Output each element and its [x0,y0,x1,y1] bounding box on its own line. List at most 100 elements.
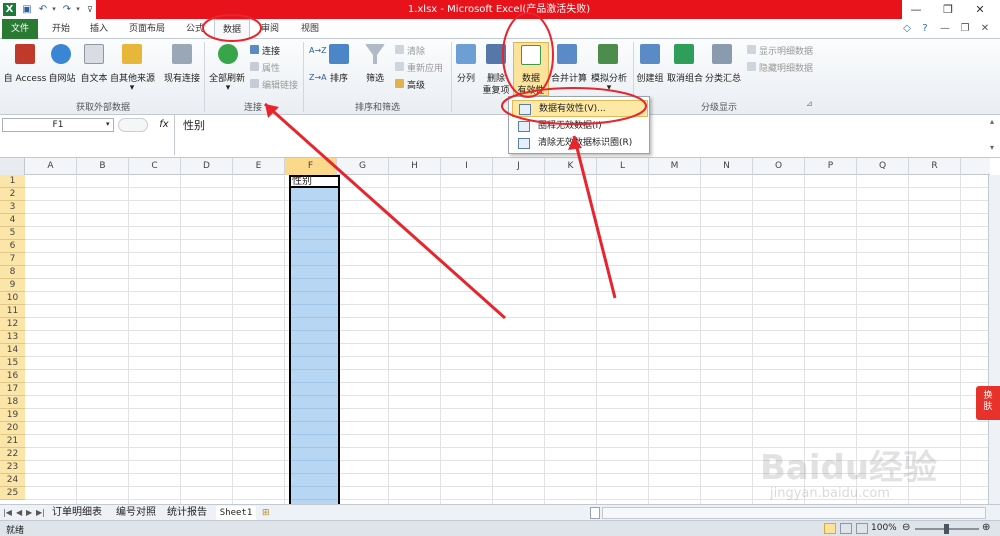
redo-icon[interactable]: ↷ [61,3,73,16]
dialog-launcher-icon[interactable]: ⊿ [806,99,813,108]
column-header[interactable]: E [233,158,285,175]
text-to-columns-button[interactable]: 分列 [452,71,480,84]
sheet-tab-sheet1[interactable]: Sheet1 [216,506,256,520]
advanced-filter-button[interactable]: 高级 [407,78,425,91]
first-sheet-icon[interactable]: |◀ [3,506,12,520]
excel-logo-icon[interactable]: X [3,3,16,16]
formula-bar-splitter[interactable] [118,118,148,132]
zoom-out-icon[interactable]: ⊖ [902,522,910,533]
cell-f1[interactable]: 性别 [289,175,340,188]
row-header[interactable]: 3 [0,201,25,214]
row-header[interactable]: 14 [0,344,25,357]
connections-button[interactable]: 连接 [262,44,280,57]
column-header[interactable]: Q [857,158,909,175]
tab-file[interactable]: 文件 [2,19,38,39]
chevron-down-icon[interactable]: ▾ [106,120,110,128]
normal-view-icon[interactable] [824,523,836,534]
row-header[interactable]: 11 [0,305,25,318]
insert-function-icon[interactable]: fx [156,118,172,132]
undo-icon[interactable]: ↶ [37,3,49,16]
tab-formulas[interactable]: 公式 [180,19,210,39]
subtotal-button[interactable]: 分类汇总 [704,71,742,84]
column-header[interactable]: H [389,158,441,175]
next-sheet-icon[interactable]: ▶ [26,506,32,520]
column-header[interactable]: L [597,158,649,175]
filter-button[interactable]: 筛选 [361,71,389,84]
zoom-level[interactable]: 100% [871,523,897,533]
page-layout-view-icon[interactable] [840,523,852,534]
prev-sheet-icon[interactable]: ◀ [16,506,22,520]
row-header[interactable]: 7 [0,253,25,266]
sheet-tab-orders[interactable]: 订单明细表 [52,506,102,520]
select-all-button[interactable] [0,158,25,175]
tab-view[interactable]: 视图 [295,19,325,39]
from-text-button[interactable]: 自文本 [78,71,110,84]
row-header[interactable]: 10 [0,292,25,305]
selected-column-f[interactable] [289,175,340,505]
column-header[interactable]: F [285,158,337,175]
minimize-icon[interactable]: — [900,0,932,19]
page-break-view-icon[interactable] [856,523,868,534]
column-header[interactable]: N [701,158,753,175]
properties-button[interactable]: 属性 [262,61,280,74]
hide-detail-button[interactable]: 隐藏明细数据 [759,61,813,74]
row-header[interactable]: 15 [0,357,25,370]
from-access-button[interactable]: 自 Access [2,71,48,84]
column-header[interactable]: B [77,158,129,175]
sort-button[interactable]: 排序 [325,71,353,84]
column-header[interactable]: D [181,158,233,175]
column-header[interactable]: A [25,158,77,175]
sort-descending-button[interactable]: Z→A [309,73,327,82]
row-header[interactable]: 16 [0,370,25,383]
tab-data[interactable]: 数据 [214,19,250,40]
row-header[interactable]: 22 [0,448,25,461]
consolidate-button[interactable]: 合并计算 [550,71,588,84]
menu-item-clear-circles[interactable]: 清除无效数据标识圈(R) [512,135,648,152]
column-header[interactable]: M [649,158,701,175]
undo-dropdown-icon[interactable]: ▾ [50,3,58,16]
reapply-button[interactable]: 重新应用 [407,61,443,74]
from-web-button[interactable]: 自网站 [46,71,78,84]
zoom-slider-thumb[interactable] [944,524,949,534]
sheet-tab-report[interactable]: 统计报告 [167,506,207,520]
column-header[interactable]: I [441,158,493,175]
workbook-close-icon[interactable]: ✕ [978,22,992,36]
expand-formula-bar-icon[interactable]: ▴ [990,117,994,126]
tab-split-handle[interactable] [590,507,600,519]
row-header[interactable]: 4 [0,214,25,227]
remove-duplicates-label-2[interactable]: 重复项 [482,83,510,96]
column-header[interactable]: O [753,158,805,175]
row-header[interactable]: 9 [0,279,25,292]
collapse-formula-bar-icon[interactable]: ▾ [990,143,994,152]
row-header[interactable]: 25 [0,487,25,500]
row-header[interactable]: 21 [0,435,25,448]
tab-review[interactable]: 审阅 [255,19,285,39]
help-icon[interactable]: ? [918,22,932,36]
row-header[interactable]: 12 [0,318,25,331]
row-header[interactable]: 18 [0,396,25,409]
clear-filter-button[interactable]: 清除 [407,44,425,57]
new-sheet-icon[interactable]: ⊞ [262,506,270,520]
row-header[interactable]: 17 [0,383,25,396]
menu-item-data-validation[interactable]: 数据有效性(V)... [512,100,648,117]
column-header[interactable]: P [805,158,857,175]
row-header[interactable]: 24 [0,474,25,487]
column-header[interactable]: K [545,158,597,175]
tab-home[interactable]: 开始 [46,19,76,39]
redo-dropdown-icon[interactable]: ▾ [74,3,82,16]
column-header[interactable]: J [493,158,545,175]
row-header[interactable]: 2 [0,188,25,201]
restore-icon[interactable]: ❐ [932,0,964,19]
workbook-restore-icon[interactable]: ❐ [958,22,972,36]
tab-page-layout[interactable]: 页面布局 [124,19,170,39]
row-header[interactable]: 13 [0,331,25,344]
group-button[interactable]: 创建组 [633,71,667,84]
workbook-minimize-icon[interactable]: — [938,22,952,36]
row-header[interactable]: 20 [0,422,25,435]
sort-ascending-button[interactable]: A→Z [309,46,327,55]
row-header[interactable]: 19 [0,409,25,422]
vertical-scrollbar[interactable] [988,175,1000,505]
skin-change-badge[interactable]: 换 肤 [976,386,1000,420]
sheet-tab-code-map[interactable]: 编号对照 [116,506,156,520]
column-header[interactable]: R [909,158,961,175]
